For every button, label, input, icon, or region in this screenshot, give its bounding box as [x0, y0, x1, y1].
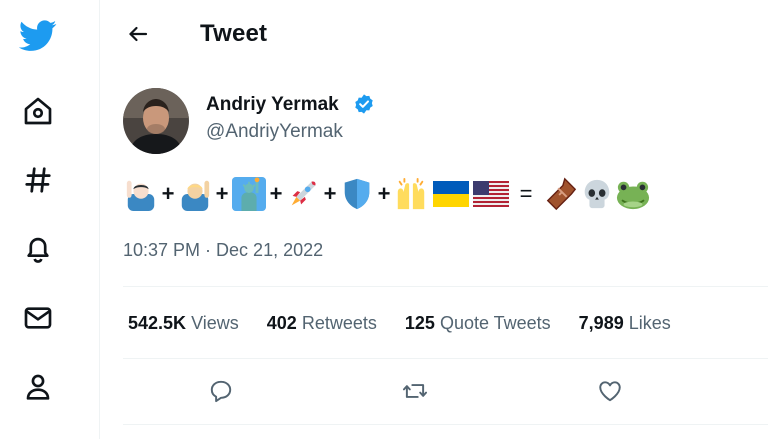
tweet-timestamp[interactable]: 10:37 PM · Dec 21, 2022: [123, 240, 323, 261]
plus-sign: +: [161, 181, 175, 206]
emoji-skull: [579, 176, 615, 212]
emoji-coffin: [543, 176, 579, 212]
divider: [123, 286, 768, 287]
back-arrow-icon[interactable]: [122, 18, 154, 50]
likes-label: Likes: [628, 313, 671, 333]
equals-sign: =: [519, 181, 533, 206]
author-avatar[interactable]: [123, 88, 189, 154]
emoji-frog: [615, 176, 651, 212]
likes-count: 7,989: [578, 313, 624, 333]
reply-icon[interactable]: [203, 373, 239, 409]
page-title: Tweet: [200, 20, 268, 47]
likes-stat[interactable]: 7,989 Likes: [579, 313, 671, 334]
divider: [123, 358, 768, 359]
plus-sign: +: [323, 181, 337, 206]
tweet-text: + + + + + =: [123, 174, 651, 214]
emoji-statue-of-liberty: [231, 176, 267, 212]
verified-badge-icon: [353, 93, 375, 115]
emoji-man-raising-hand-medium-light: [177, 176, 213, 212]
retweets-stat[interactable]: 402 Retweets: [267, 313, 377, 334]
emoji-shield: [339, 176, 375, 212]
home-icon[interactable]: [18, 91, 58, 131]
retweet-icon[interactable]: [397, 373, 433, 409]
plus-sign: +: [377, 181, 391, 206]
tweet-stats: 542.5K Views 402 Retweets 125 Quote Twee…: [128, 313, 699, 334]
emoji-flag-usa: [473, 176, 509, 212]
views-stat: 542.5K Views: [128, 313, 239, 334]
divider: [123, 424, 768, 425]
hashtag-explore-icon[interactable]: [18, 160, 58, 200]
emoji-rocket: [285, 176, 321, 212]
plus-sign: +: [269, 181, 283, 206]
views-count: 542.5K: [128, 313, 187, 333]
quote-tweets-count: 125: [404, 313, 435, 333]
bell-notifications-icon[interactable]: [18, 229, 58, 269]
views-label: Views: [191, 313, 239, 333]
twitter-logo-icon[interactable]: [18, 16, 58, 56]
quote-tweets-stat[interactable]: 125 Quote Tweets: [405, 313, 551, 334]
quote-tweets-label: Quote Tweets: [439, 313, 551, 333]
tweet-detail-column: Tweet Andriy Yermak @AndriyYermak + + + …: [100, 0, 768, 439]
person-profile-icon[interactable]: [18, 367, 58, 407]
emoji-man-raising-hand-light: [123, 176, 159, 212]
plus-sign: +: [215, 181, 229, 206]
sidebar-nav: [0, 0, 100, 439]
author-name[interactable]: Andriy Yermak: [206, 94, 339, 116]
author-handle[interactable]: @AndriyYermak: [206, 121, 343, 143]
retweets-label: Retweets: [301, 313, 377, 333]
retweets-count: 402: [266, 313, 297, 333]
emoji-raising-hands: [393, 176, 429, 212]
like-heart-icon[interactable]: [592, 373, 628, 409]
envelope-messages-icon[interactable]: [18, 298, 58, 338]
emoji-flag-ukraine: [433, 176, 469, 212]
page-header: Tweet: [100, 0, 768, 70]
